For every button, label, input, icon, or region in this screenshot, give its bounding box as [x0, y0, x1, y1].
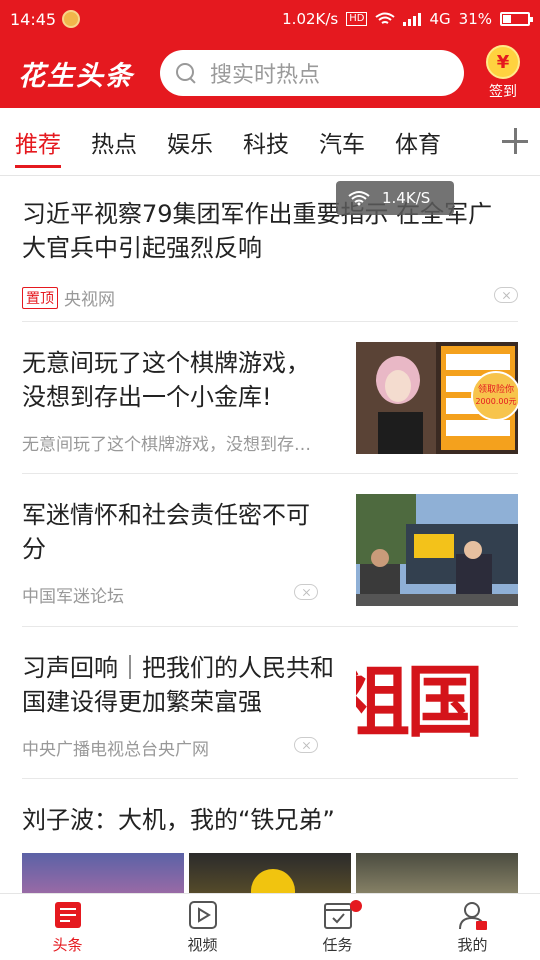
pinned-badge: 置顶 — [22, 286, 58, 309]
news-thumbnail[interactable]: 祖国 — [356, 647, 518, 759]
news-title[interactable]: 军迷情怀和社会责任密不可分 — [22, 498, 332, 566]
coin-icon: ¥ — [486, 45, 520, 79]
nav-label: 任务 — [322, 936, 353, 954]
news-summary: 无意间玩了这个棋牌游戏，没想到存… — [22, 435, 311, 455]
signin-button[interactable]: ¥ 签到 — [478, 45, 528, 101]
news-item[interactable]: 军迷情怀和社会责任密不可分 中国军迷论坛 — [22, 474, 518, 627]
nav-label: 我的 — [457, 936, 488, 954]
news-item[interactable]: 无意间玩了这个棋牌游戏，没想到存出一个小金库! 无意间玩了这个棋牌游戏，没想到存… — [22, 322, 518, 474]
network-speed: 1.02K/s — [282, 10, 339, 28]
dismiss-icon[interactable] — [294, 737, 318, 753]
dismiss-icon[interactable] — [494, 287, 518, 303]
search-bar[interactable]: 搜实时热点 — [160, 50, 464, 96]
network-speed-toast: 1.4K/S — [336, 181, 454, 215]
tab-recommend[interactable]: 推荐 — [15, 108, 61, 176]
news-thumbnail-1[interactable] — [22, 853, 184, 893]
search-placeholder: 搜实时热点 — [210, 63, 321, 88]
task-icon — [323, 903, 352, 929]
profile-icon — [458, 902, 487, 930]
video-icon — [188, 901, 217, 929]
news-title[interactable]: 习声回响｜把我们的人民共和国建设得更加繁荣富强 — [22, 651, 334, 719]
thumb-amount: 2000.00元 — [475, 397, 516, 406]
notification-badge — [350, 900, 362, 912]
nav-profile[interactable]: 我的 — [405, 894, 540, 960]
tabs-fade — [454, 108, 494, 175]
bottom-nav: 头条 视频 任务 我的 — [0, 893, 540, 960]
news-thumbnail-2[interactable] — [189, 853, 351, 893]
nav-tasks[interactable]: 任务 — [270, 894, 405, 960]
news-thumbnail[interactable] — [356, 494, 518, 606]
wifi-icon — [375, 12, 396, 24]
news-thumbnail[interactable]: 领取险你 2000.00元 — [356, 342, 518, 454]
thumb-caption: 领取险你 — [478, 383, 514, 395]
nav-label: 视频 — [187, 936, 218, 954]
wifi-icon — [348, 191, 370, 206]
tab-tech[interactable]: 科技 — [243, 108, 289, 176]
toast-speed: 1.4K/S — [382, 189, 431, 207]
app-header: 花生头条 搜实时热点 ¥ 签到 — [0, 38, 540, 108]
dismiss-icon[interactable] — [294, 584, 318, 600]
news-item[interactable]: 刘子波：大机，我的“铁兄弟” — [22, 779, 518, 893]
news-source: 中央广播电视总台央广网 — [22, 740, 209, 760]
news-title[interactable]: 无意间玩了这个棋牌游戏，没想到存出一个小金库! — [22, 346, 332, 414]
tab-entertainment[interactable]: 娱乐 — [167, 108, 213, 176]
tab-auto[interactable]: 汽车 — [319, 108, 365, 176]
nav-headlines[interactable]: 头条 — [0, 894, 135, 960]
coin-notification-icon — [62, 10, 81, 28]
news-title[interactable]: 刘子波：大机，我的“铁兄弟” — [22, 803, 512, 837]
battery-icon — [500, 12, 533, 26]
add-channel-icon[interactable] — [502, 128, 528, 154]
nav-label: 头条 — [52, 936, 83, 954]
tab-sports[interactable]: 体育 — [395, 108, 441, 176]
news-icon — [54, 902, 81, 928]
status-bar: 14:45 1.02K/s HD 4G 31% — [0, 0, 540, 38]
channel-tabs: 推荐 热点 娱乐 科技 汽车 体育 — [0, 108, 540, 176]
thumb-text: 祖国 — [356, 657, 484, 748]
news-thumbnail-3[interactable] — [356, 853, 518, 893]
news-source: 央视网 — [64, 290, 115, 310]
news-item[interactable]: 习声回响｜把我们的人民共和国建设得更加繁荣富强 中央广播电视总台央广网 祖国 — [22, 627, 518, 779]
nav-video[interactable]: 视频 — [135, 894, 270, 960]
app-logo: 花生头条 — [18, 60, 134, 92]
search-icon — [176, 63, 196, 83]
status-time: 14:45 — [10, 9, 57, 29]
battery-percent: 31% — [458, 10, 492, 28]
tab-hot[interactable]: 热点 — [91, 108, 137, 176]
news-source: 中国军迷论坛 — [22, 587, 124, 607]
signin-label: 签到 — [489, 84, 517, 100]
hd-icon: HD — [346, 12, 368, 26]
signal-icon — [403, 12, 422, 26]
news-feed[interactable]: 习近平视察79集团军作出重要指示 在全军广大官兵中引起强烈反响 置顶 央视网 无… — [0, 177, 540, 893]
network-type: 4G — [429, 10, 451, 28]
news-item[interactable]: 习近平视察79集团军作出重要指示 在全军广大官兵中引起强烈反响 置顶 央视网 — [22, 197, 518, 322]
